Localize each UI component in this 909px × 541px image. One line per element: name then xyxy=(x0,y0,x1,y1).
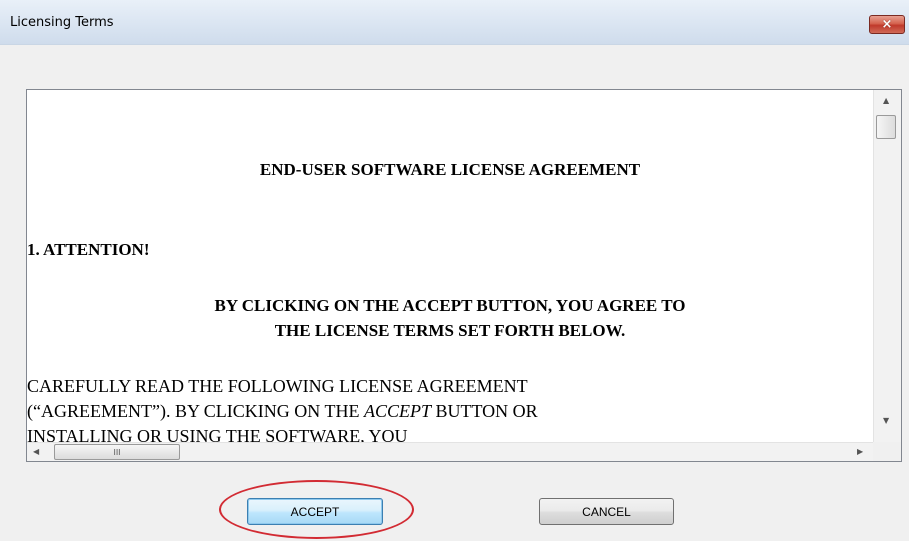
license-heading: END-USER SOFTWARE LICENSE AGREEMENT xyxy=(259,160,641,179)
body-line-2-end: BUTTON OR xyxy=(430,401,538,421)
close-button[interactable]: × xyxy=(869,15,905,34)
license-document: END-USER SOFTWARE LICENSE AGREEMENT 1. A… xyxy=(27,90,873,442)
scroll-grip-icon: III xyxy=(113,447,121,457)
vertical-scrollbar[interactable]: ▲ ▼ xyxy=(873,90,901,442)
notice-line-1: BY CLICKING ON THE ACCEPT BUTTON, YOU AG… xyxy=(214,296,686,315)
title-bar: Licensing Terms × xyxy=(0,0,909,45)
body-line-2-emphasis: ACCEPT xyxy=(363,401,431,421)
license-body: CAREFULLY READ THE FOLLOWING LICENSE AGR… xyxy=(27,374,873,442)
scroll-up-arrow-icon[interactable]: ▲ xyxy=(883,96,889,105)
body-line-3: INSTALLING OR USING THE SOFTWARE, YOU xyxy=(27,426,408,442)
licensing-dialog: Licensing Terms × END-USER SOFTWARE LICE… xyxy=(0,0,909,541)
horizontal-scrollbar[interactable]: ◀ III ▶ xyxy=(27,442,873,461)
license-text-box[interactable]: END-USER SOFTWARE LICENSE AGREEMENT 1. A… xyxy=(26,89,902,462)
horizontal-scroll-thumb[interactable]: III xyxy=(54,444,180,460)
vertical-scroll-thumb[interactable] xyxy=(876,115,896,139)
body-line-2: (“AGREEMENT”). BY CLICKING ON THE ACCEPT… xyxy=(27,399,873,424)
scrollbar-corner xyxy=(873,442,901,461)
scroll-down-arrow-icon[interactable]: ▼ xyxy=(883,416,889,425)
cancel-button[interactable]: CANCEL xyxy=(539,498,674,525)
body-line-2-start: (“AGREEMENT”). BY CLICKING ON THE xyxy=(27,401,364,421)
section-title: 1. ATTENTION! xyxy=(27,240,150,259)
scroll-left-arrow-icon[interactable]: ◀ xyxy=(33,447,39,456)
accept-button[interactable]: ACCEPT xyxy=(247,498,383,525)
close-icon: × xyxy=(881,17,893,32)
body-line-1: CAREFULLY READ THE FOLLOWING LICENSE AGR… xyxy=(27,376,528,396)
scroll-right-arrow-icon[interactable]: ▶ xyxy=(857,447,863,456)
window-title: Licensing Terms xyxy=(10,15,114,30)
notice-line-2: THE LICENSE TERMS SET FORTH BELOW. xyxy=(274,321,626,340)
accept-notice: BY CLICKING ON THE ACCEPT BUTTON, YOU AG… xyxy=(27,293,873,343)
